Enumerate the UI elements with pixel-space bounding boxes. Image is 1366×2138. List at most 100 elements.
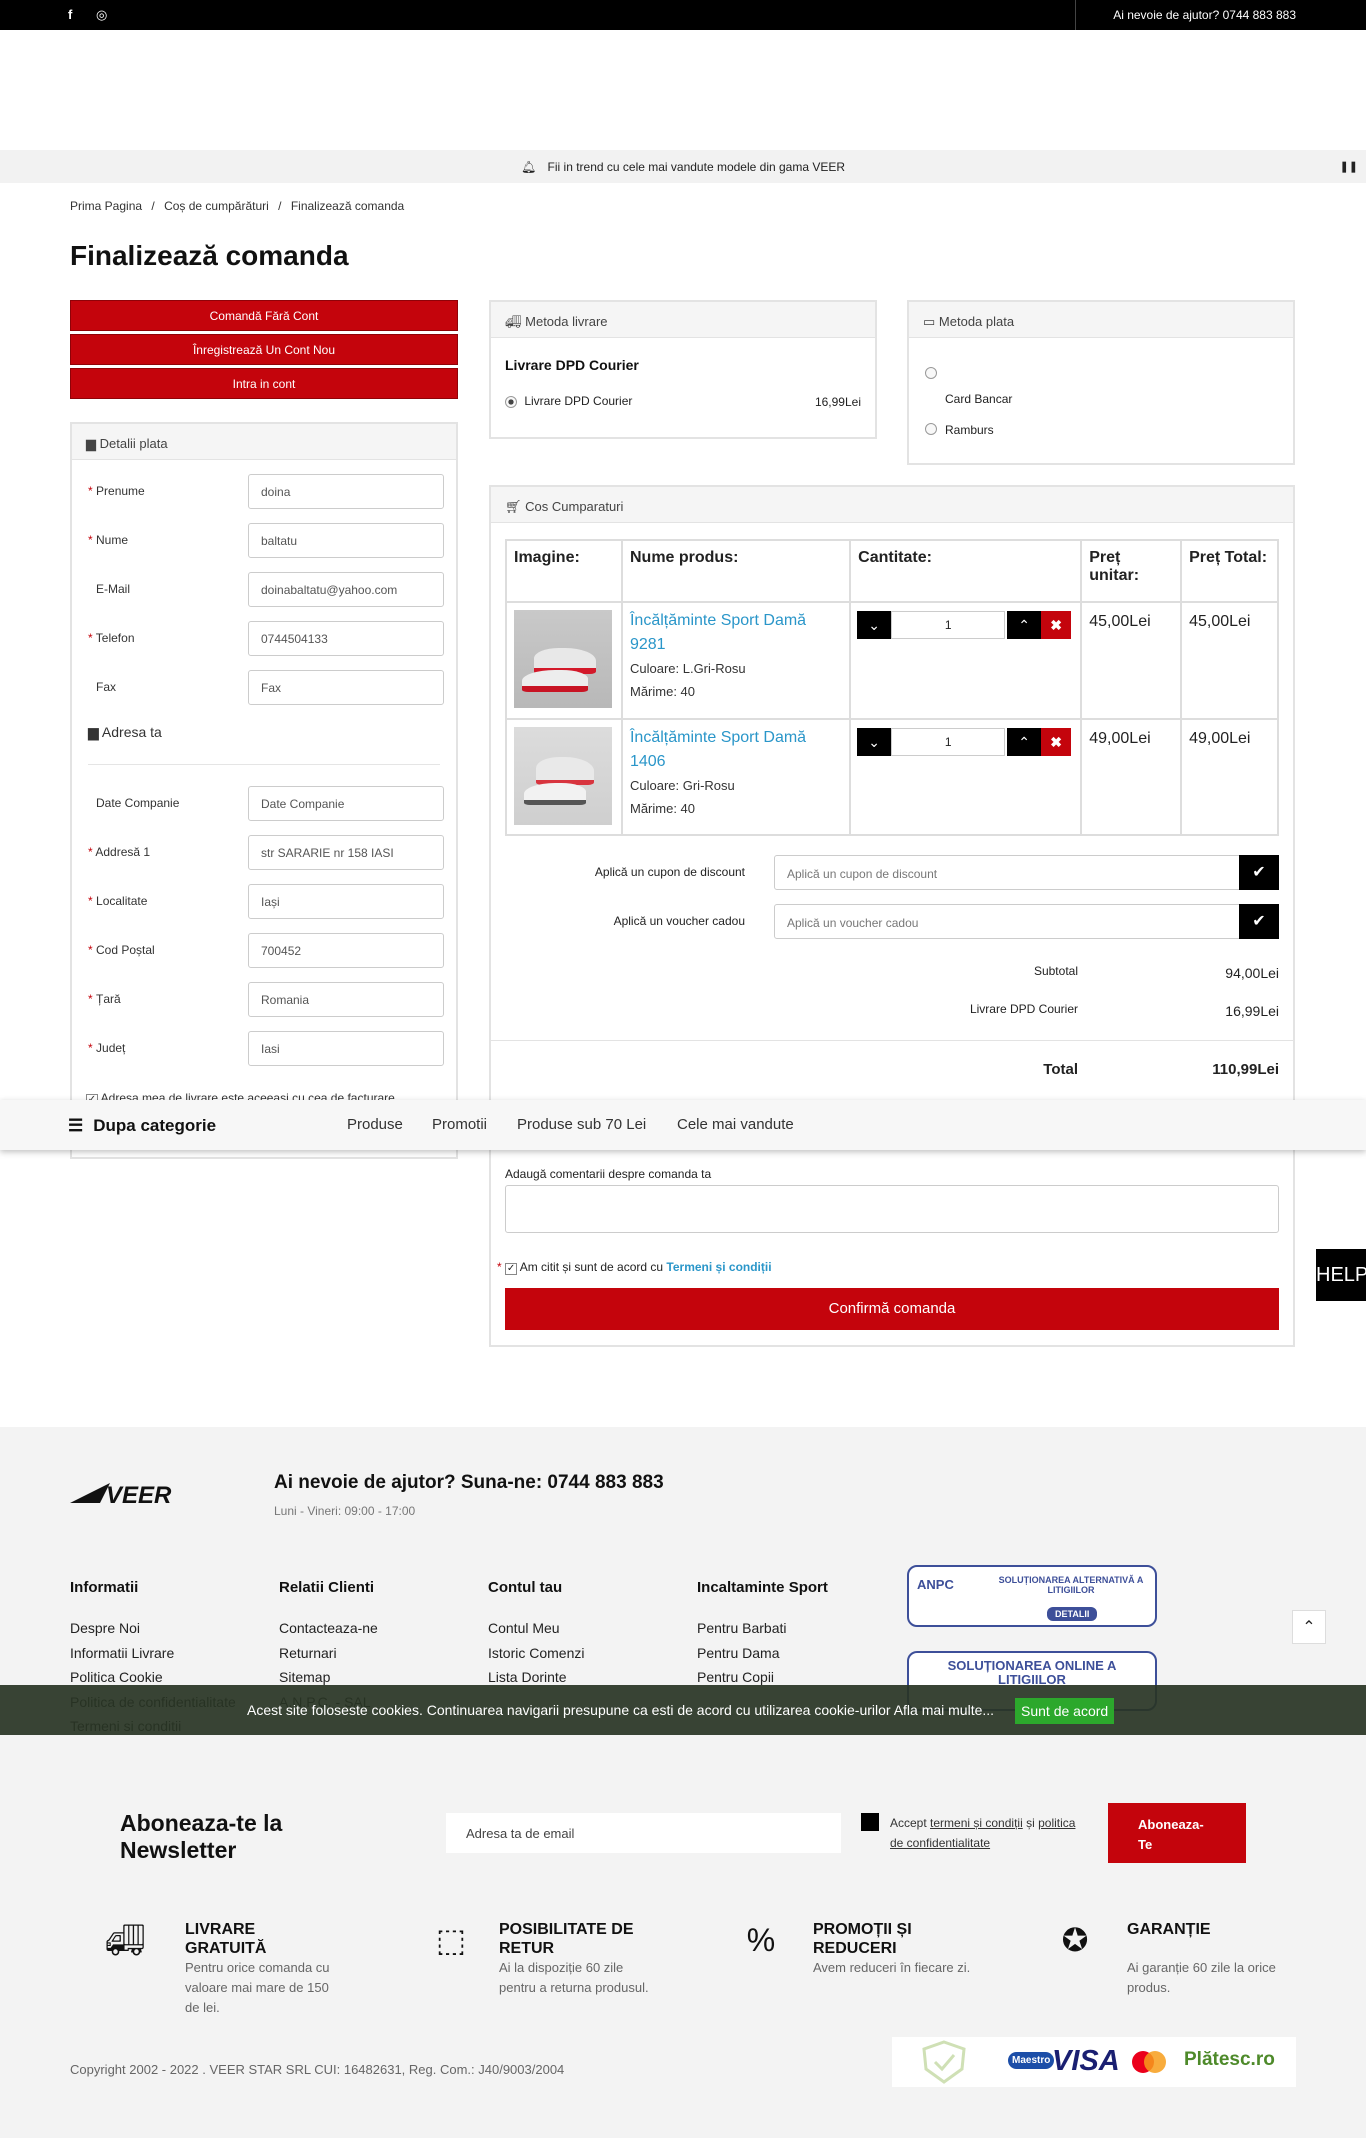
login-button[interactable]: Intra in cont: [70, 368, 458, 399]
form-input[interactable]: doinabaltatu@yahoo.com: [248, 572, 444, 607]
truck-icon: 🚚︎: [505, 314, 522, 329]
terms-checkbox[interactable]: ✓: [505, 1263, 518, 1275]
remove-button[interactable]: ✖: [1041, 611, 1072, 639]
terms-link[interactable]: Termeni și condiții: [666, 1260, 771, 1274]
anpc-details-button[interactable]: DETALII: [1047, 1607, 1098, 1621]
total-price: 45,00Lei: [1180, 601, 1279, 720]
footer-logo[interactable]: VEER: [70, 1479, 215, 1509]
remove-button[interactable]: ✖: [1041, 728, 1072, 756]
form-input[interactable]: Iași: [248, 884, 444, 919]
radio-selected[interactable]: [505, 395, 517, 408]
form-input[interactable]: doina: [248, 474, 444, 509]
newsletter-email-input[interactable]: Adresa ta de email: [446, 1813, 841, 1853]
footer-link[interactable]: Pentru Dama: [697, 1645, 779, 1661]
footer-link[interactable]: Lista Dorinte: [488, 1669, 567, 1685]
product-image-cell: [505, 718, 623, 836]
shipping-option[interactable]: Livrare DPD Courier: [505, 394, 632, 408]
register-button[interactable]: Înregistrează Un Cont Nou: [70, 334, 458, 365]
anpc-sal-badge[interactable]: ANPC SOLUȚIONAREA ALTERNATIVĂ A LITIGIIL…: [907, 1565, 1157, 1627]
book-icon: ▆: [86, 436, 96, 451]
product-color: Culoare: Gri-Rosu: [629, 778, 735, 793]
form-input[interactable]: baltatu: [248, 523, 444, 558]
payment-logos: Maestro VISA Plătesc.ro: [892, 2037, 1296, 2087]
maestro-logo: Maestro: [1008, 2052, 1055, 2069]
form-input[interactable]: Date Companie: [248, 786, 444, 821]
nav-produse[interactable]: Produse: [347, 1116, 403, 1133]
footer-link[interactable]: Returnari: [279, 1645, 337, 1661]
footer-link[interactable]: Pentru Barbati: [697, 1620, 787, 1636]
help-phone[interactable]: Ai nevoie de ajutor? 0744 883 883: [1113, 8, 1296, 22]
confirm-order-button[interactable]: Confirmă comanda: [505, 1288, 1279, 1330]
radio-card[interactable]: [925, 367, 937, 379]
table-header-row: Imagine: Nume produs: Cantitate: Preț un…: [505, 539, 1279, 603]
increase-button[interactable]: ⌃: [1007, 611, 1042, 639]
footer-link[interactable]: Sitemap: [279, 1669, 330, 1685]
product-link[interactable]: Încălțăminte Sport Damă 1406: [630, 726, 842, 774]
form-input[interactable]: Fax: [248, 670, 444, 705]
decrease-button[interactable]: ⌄: [857, 611, 892, 639]
field-label-text: Țară: [96, 992, 121, 1006]
breadcrumb-home[interactable]: Prima Pagina: [70, 199, 142, 213]
required-mark: *: [88, 484, 97, 498]
shipping-label: Livrare DPD Courier: [969, 1002, 1078, 1016]
newsletter-title: Aboneaza-te la Newsletter: [120, 1810, 283, 1863]
qty-cell: ⌄ 1 ⌃ ✖: [849, 718, 1083, 836]
field-label-text: Fax: [96, 680, 117, 694]
product-image-cell: [505, 601, 623, 720]
nav-sub-70[interactable]: Produse sub 70 Lei: [517, 1116, 646, 1133]
decrease-button[interactable]: ⌄: [857, 728, 892, 756]
form-input[interactable]: Romania: [248, 982, 444, 1017]
apply-coupon-button[interactable]: ✔: [1239, 855, 1279, 890]
pause-icon[interactable]: ❚❚: [1340, 160, 1358, 173]
voucher-input[interactable]: Aplică un voucher cadou: [774, 904, 1240, 939]
col-total: Preț Total:: [1180, 539, 1279, 603]
comments-textarea[interactable]: [505, 1185, 1279, 1233]
subscribe-button[interactable]: Aboneaza-Te: [1108, 1803, 1246, 1863]
increase-button[interactable]: ⌃: [1007, 728, 1042, 756]
unit-price: 49,00Lei: [1080, 718, 1183, 836]
panel-header: 🚚︎ Metoda livrare: [491, 302, 875, 338]
footer-link[interactable]: Informatii Livrare: [70, 1645, 174, 1661]
field-label: Date Companie: [88, 796, 179, 810]
form-input[interactable]: Iasi: [248, 1031, 444, 1066]
breadcrumb-cart[interactable]: Coș de cumpărături: [164, 199, 269, 213]
form-input[interactable]: str SARARIE nr 158 IASI: [248, 835, 444, 870]
cookie-more-link[interactable]: Afla mai multe...: [894, 1702, 994, 1718]
footer-link[interactable]: Politica Cookie: [70, 1669, 163, 1685]
footer-link[interactable]: Despre Noi: [70, 1620, 140, 1636]
feature-desc: Avem reduceri în fiecare zi.: [813, 1960, 971, 1975]
footer-link[interactable]: Contacteaza-ne: [279, 1620, 378, 1636]
guest-checkout-button[interactable]: Comandă Fără Cont: [70, 300, 458, 331]
nav-best-sellers[interactable]: Cele mai vandute: [677, 1116, 794, 1133]
form-input[interactable]: 0744504133: [248, 621, 444, 656]
nav-promotii[interactable]: Promotii: [432, 1116, 487, 1133]
footer-link[interactable]: Pentru Copii: [697, 1669, 774, 1685]
cookie-accept-button[interactable]: Sunt de acord: [1015, 1698, 1115, 1724]
breadcrumb-current[interactable]: Finalizează comanda: [291, 199, 404, 213]
radio-cod[interactable]: [925, 423, 937, 435]
help-tab[interactable]: HELP: [1316, 1249, 1366, 1301]
newsletter-checkbox[interactable]: [861, 1813, 879, 1831]
product-image[interactable]: [514, 610, 612, 708]
footer: VEER Ai nevoie de ajutor? Suna-ne: 0744 …: [0, 1427, 1366, 2138]
terms-link[interactable]: termeni și condiții: [930, 1816, 1023, 1830]
product-image[interactable]: [514, 727, 612, 825]
scroll-top-button[interactable]: ⌃: [1292, 1610, 1326, 1644]
quantity-input[interactable]: 1: [891, 611, 1006, 639]
coupon-input[interactable]: Aplică un cupon de discount: [774, 855, 1240, 890]
footer-link[interactable]: Contul Meu: [488, 1620, 560, 1636]
instagram-icon[interactable]: ◎: [96, 7, 107, 23]
footer-link[interactable]: Istoric Comenzi: [488, 1645, 584, 1661]
consent-text: Accept: [890, 1816, 927, 1830]
category-menu-toggle[interactable]: ☰ Dupa categorie: [68, 1116, 216, 1136]
product-link[interactable]: Încălțăminte Sport Damă 9281: [630, 609, 842, 657]
form-input[interactable]: 700452: [248, 933, 444, 968]
payment-cod-label: Ramburs: [945, 423, 994, 437]
facebook-icon[interactable]: f: [68, 7, 72, 22]
subtotal-value: 94,00Lei: [1225, 965, 1279, 981]
cookie-banner: Acest site foloseste cookies. Continuare…: [0, 1685, 1366, 1735]
quantity-input[interactable]: 1: [891, 728, 1006, 756]
promo-text: Fii in trend cu cele mai vandute modele …: [547, 160, 846, 174]
apply-voucher-button[interactable]: ✔: [1239, 904, 1279, 939]
anpc-brand: ANPC: [917, 1577, 954, 1592]
